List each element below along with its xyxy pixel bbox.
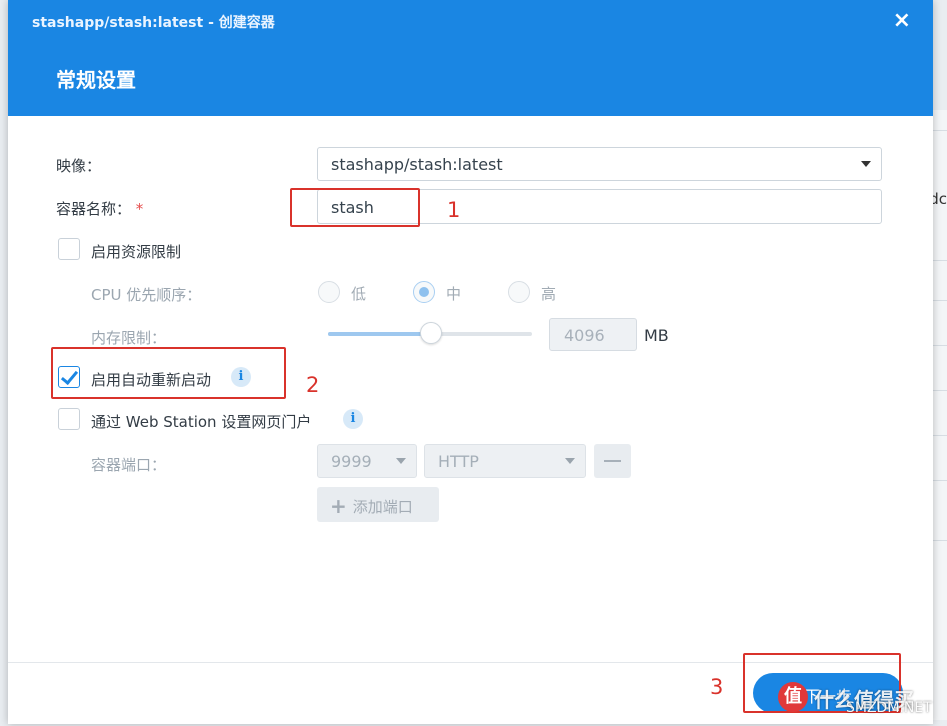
image-select[interactable]: stashapp/stash:latest [317, 147, 882, 181]
cpu-priority-medium-label: 中 [446, 285, 462, 303]
remove-port-button[interactable] [594, 444, 631, 478]
watermark-subtext: SMZDM.NET [846, 700, 932, 716]
memory-unit: MB [644, 326, 669, 345]
dialog-header: stashapp/stash:latest - 创建容器 × 常规设置 [8, 0, 933, 116]
plus-icon: + [330, 494, 347, 518]
create-container-dialog: stashapp/stash:latest - 创建容器 × 常规设置 映像： … [8, 0, 933, 724]
annotation-number-3: 3 [710, 675, 724, 699]
close-icon[interactable]: × [893, 8, 911, 33]
resource-limit-label: 启用资源限制 [91, 243, 182, 261]
annotation-number-2: 2 [306, 373, 320, 397]
cpu-priority-low-label: 低 [351, 285, 367, 303]
image-select-value: stashapp/stash:latest [331, 155, 503, 174]
add-port-button[interactable]: + 添加端口 [317, 487, 439, 522]
section-title: 常规设置 [56, 68, 136, 92]
memory-input[interactable]: 4096 [549, 318, 637, 351]
memory-input-value: 4096 [564, 326, 605, 345]
annotation-box-1 [290, 188, 420, 227]
annotation-number-1: 1 [447, 198, 461, 222]
cpu-priority-high-label: 高 [541, 285, 557, 303]
required-marker: * [135, 200, 144, 218]
chevron-down-icon [565, 458, 575, 464]
resource-limit-checkbox[interactable] [58, 238, 80, 260]
memory-slider-fill [328, 332, 430, 336]
add-port-label: 添加端口 [352, 498, 413, 516]
info-icon[interactable]: i [343, 409, 363, 429]
chevron-down-icon [861, 161, 871, 167]
chevron-down-icon [396, 458, 406, 464]
port-select[interactable]: 9999 [317, 444, 417, 478]
container-port-label: 容器端口： [91, 456, 167, 474]
port-select-value: 9999 [331, 452, 372, 471]
memory-limit-label: 内存限制： [91, 329, 167, 347]
protocol-select-value: HTTP [438, 452, 479, 471]
annotation-box-2 [51, 347, 286, 399]
cpu-priority-label: CPU 优先顺序： [91, 286, 202, 304]
image-label: 映像： [56, 157, 102, 175]
cpu-priority-radio-high[interactable] [508, 281, 530, 303]
web-station-checkbox[interactable] [58, 408, 80, 430]
web-station-label: 通过 Web Station 设置网页门户 [91, 413, 312, 431]
watermark-logo: 值 [778, 682, 808, 712]
protocol-select[interactable]: HTTP [424, 444, 586, 478]
memory-slider-handle[interactable] [420, 322, 442, 344]
container-name-label-text: 容器名称： [56, 200, 132, 218]
container-name-label: 容器名称： * [56, 198, 143, 219]
cpu-priority-radio-low[interactable] [318, 281, 340, 303]
cpu-priority-radio-medium[interactable] [413, 281, 435, 303]
dialog-title: stashapp/stash:latest - 创建容器 [32, 15, 275, 31]
